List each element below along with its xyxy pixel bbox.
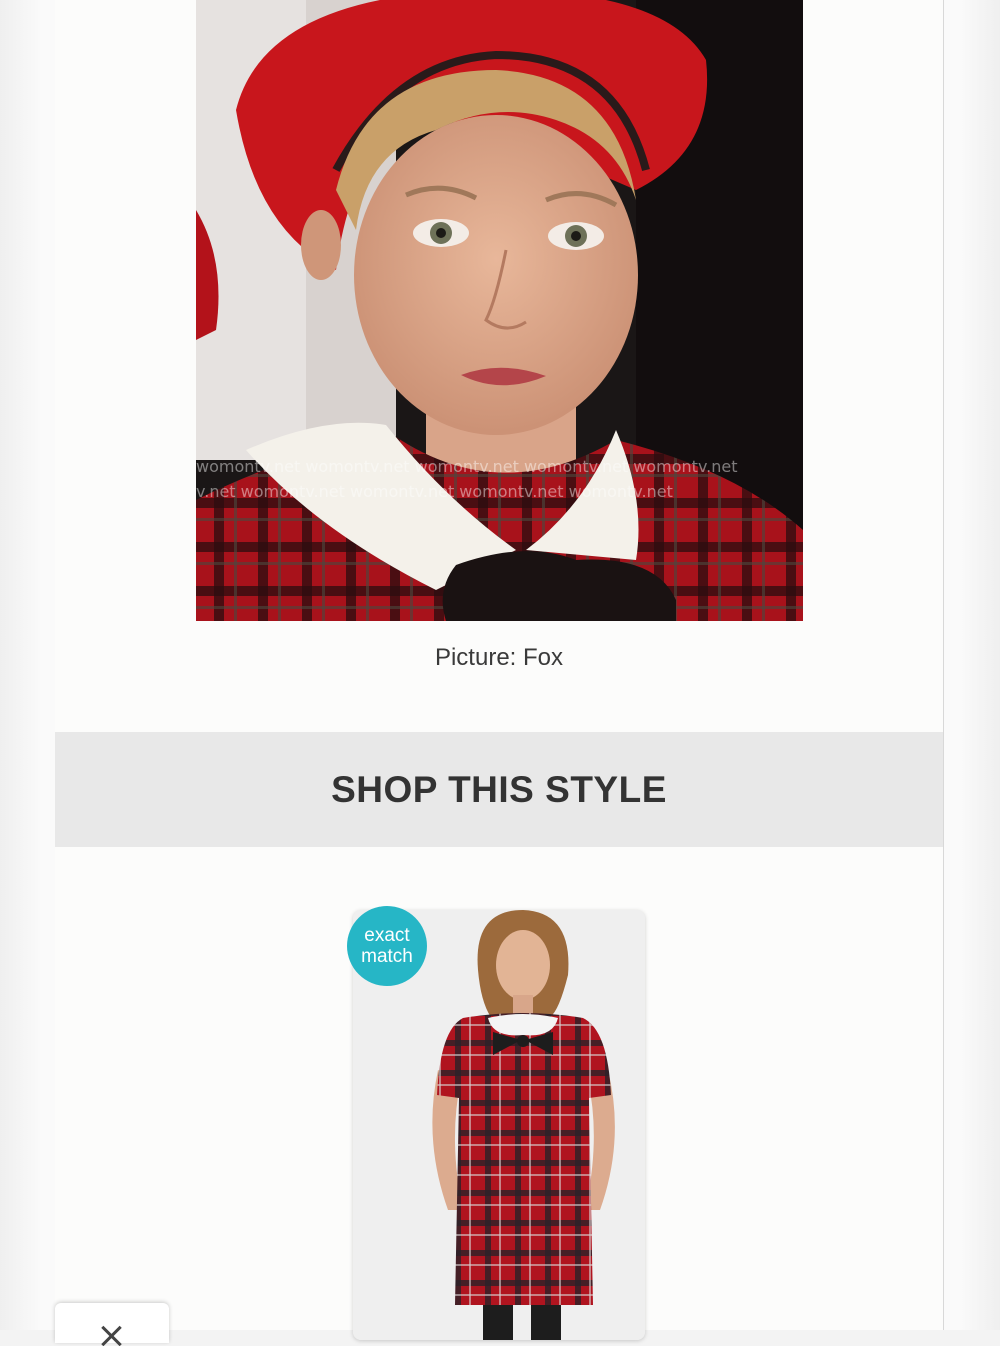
article-column: womontv.net womontv.net womontv.net womo… — [55, 0, 944, 1340]
svg-text:womontv.net womontv.net womo: womontv.net womontv.net womontv.net womo… — [196, 457, 738, 476]
badge-line-2: match — [361, 946, 413, 967]
article-photo[interactable]: womontv.net womontv.net womontv.net womo… — [196, 0, 803, 621]
close-icon[interactable] — [95, 1321, 127, 1341]
svg-text:v.net womontv.net womontv.ne: v.net womontv.net womontv.net womontv.ne… — [196, 482, 673, 501]
badge-line-1: exact — [364, 925, 410, 946]
shop-banner: SHOP THIS STYLE — [55, 732, 943, 847]
exact-match-badge: exact match — [347, 906, 427, 986]
close-ad-tab[interactable] — [55, 1303, 169, 1343]
photo-caption: Picture: Fox — [434, 644, 564, 671]
shop-title: SHOP THIS STYLE — [331, 768, 667, 810]
